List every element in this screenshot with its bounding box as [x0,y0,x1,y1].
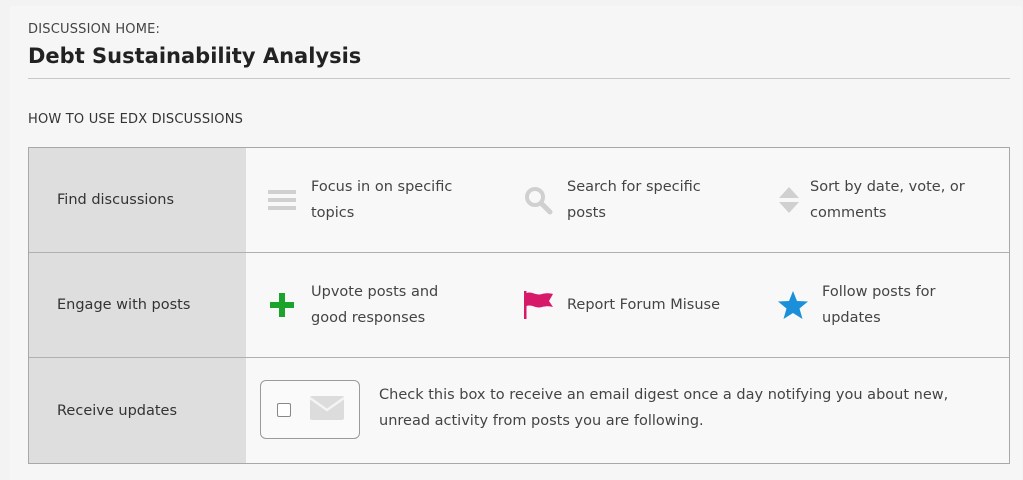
guide-item-sort: Sort by date, vote, or comments [776,148,990,252]
sort-icon [776,185,802,215]
guide-item-text: Focus in on specific topics [311,179,453,221]
guide-item-search: Search for specific posts [521,148,717,252]
how-to-use-heading: HOW TO USE EDX DISCUSSIONS [28,112,244,127]
guide-row-find: Find discussions Focus in on specific to… [29,148,1009,253]
row-heading-find: Find discussions [29,148,246,252]
guide-item-text: Upvote posts and good responses [311,284,439,326]
discussion-guide-table: Find discussions Focus in on specific to… [28,147,1010,464]
flag-icon [521,290,555,320]
discussion-home-label: DISCUSSION HOME: [28,22,161,37]
guide-item-text: Search for specific posts [567,179,701,221]
search-icon [521,185,555,215]
guide-item-text: Follow posts for updates [822,284,936,326]
discussion-home: DISCUSSION HOME: Debt Sustainability Ana… [10,6,1022,480]
plus-icon [265,292,299,318]
title-divider [28,78,1010,79]
guide-item-follow: Follow posts for updates [776,253,972,357]
guide-item-text: Report Forum Misuse [567,297,721,313]
email-digest-description: Check this box to receive an email diges… [379,387,949,429]
guide-item-text: Sort by date, vote, or comments [810,179,965,221]
guide-row-updates: Receive updates Check this box to receiv… [29,358,1009,463]
guide-item-upvote: Upvote posts and good responses [265,253,471,357]
star-icon [776,290,810,320]
email-digest-toggle[interactable] [260,380,360,439]
page-title: Debt Sustainability Analysis [28,44,362,68]
email-digest-checkbox[interactable] [277,402,291,417]
row-heading-updates: Receive updates [29,358,246,463]
row-heading-engage: Engage with posts [29,253,246,357]
mail-icon [309,395,345,425]
list-icon [265,187,299,213]
guide-item-report: Report Forum Misuse [521,253,757,357]
guide-row-engage: Engage with posts Upvote posts and good … [29,253,1009,358]
guide-item-topics: Focus in on specific topics [265,148,481,252]
